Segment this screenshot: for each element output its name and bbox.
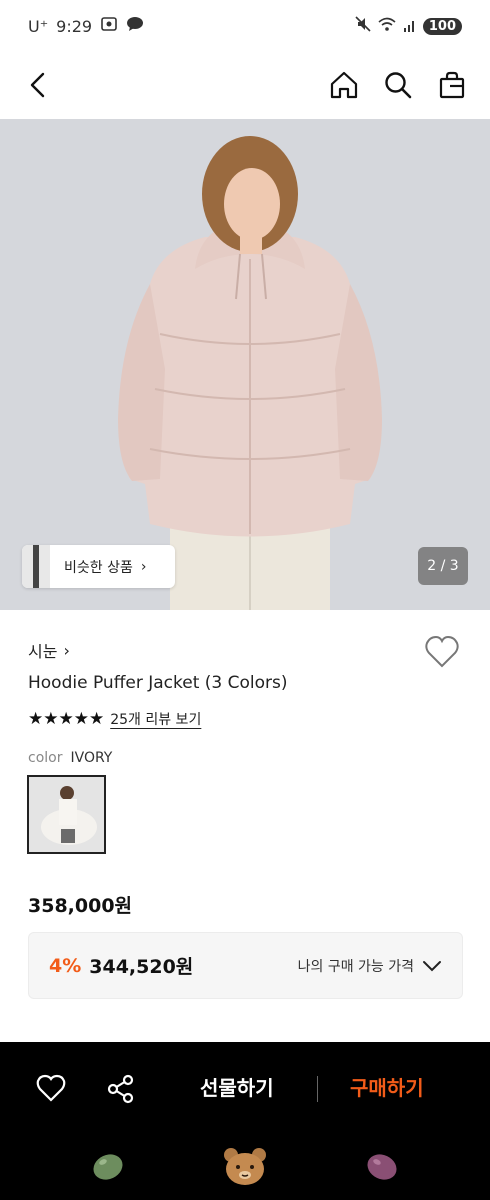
my-price-label: 나의 구매 가능 가격 (297, 958, 414, 975)
mute-icon (355, 16, 371, 36)
original-price: 358,000원 (28, 895, 133, 917)
chat-bubble-icon (126, 16, 144, 36)
heart-icon (36, 1074, 66, 1102)
share-icon (107, 1074, 134, 1104)
similar-product-thumbnail (22, 545, 50, 588)
carrier-label: U⁺ (28, 16, 49, 36)
share-button[interactable] (106, 1074, 136, 1108)
status-time: 9:29 (56, 16, 93, 36)
chevron-down-icon (423, 960, 441, 971)
star-rating-icon: ★★★★★ (28, 709, 105, 729)
my-price-box[interactable]: 4% 344,520원 나의 구매 가능 가격 (28, 932, 463, 999)
button-divider (317, 1076, 318, 1102)
similar-products-button[interactable]: 비슷한 상품 › (22, 545, 175, 588)
top-nav (0, 52, 490, 118)
color-label: color (28, 750, 63, 766)
product-title: Hoodie Puffer Jacket (3 Colors) (28, 673, 288, 693)
bear-home-icon[interactable] (222, 1146, 268, 1186)
similar-products-label: 비슷한 상품 (64, 559, 133, 576)
jelly-bean-back-icon[interactable] (364, 1150, 400, 1184)
wishlist-button[interactable] (36, 1074, 66, 1106)
heart-icon (425, 635, 459, 668)
color-swatch-ivory[interactable] (27, 775, 106, 854)
home-icon[interactable] (328, 69, 360, 101)
product-image-gallery[interactable] (0, 119, 490, 610)
product-photo (0, 119, 490, 610)
chevron-right-icon: › (140, 558, 147, 575)
wifi-icon (377, 16, 397, 36)
system-nav-bar (0, 1142, 490, 1192)
status-bar: U⁺ 9:29 100 (0, 0, 490, 52)
swatch-image (29, 777, 104, 852)
rating-row: ★★★★★ 25개 리뷰 보기 (28, 709, 201, 729)
discounted-price: 344,520원 (89, 956, 194, 978)
battery-indicator: 100 (422, 17, 462, 35)
chevron-right-icon: › (63, 640, 70, 660)
brand-name: 시눈 (28, 642, 58, 661)
back-icon[interactable] (22, 69, 54, 101)
color-row: color IVORY (28, 750, 112, 766)
gift-button[interactable]: 선물하기 (200, 1072, 274, 1101)
buy-button[interactable]: 구매하기 (350, 1072, 424, 1101)
screenshot-icon (100, 16, 118, 36)
like-button[interactable] (424, 635, 460, 673)
jelly-bean-recent-icon[interactable] (90, 1150, 126, 1184)
signal-icon (403, 17, 417, 36)
search-icon[interactable] (382, 69, 414, 101)
discount-rate: 4% (49, 954, 82, 977)
shopping-bag-icon[interactable] (436, 69, 468, 101)
bottom-action-bar: 선물하기 구매하기 (0, 1042, 490, 1200)
brand-link[interactable]: 시눈 › (28, 638, 70, 662)
review-link[interactable]: 25개 리뷰 보기 (110, 709, 201, 729)
my-price-toggle[interactable]: 나의 구매 가능 가격 (298, 956, 442, 976)
color-value: IVORY (70, 750, 113, 766)
image-page-indicator: 2 / 3 (418, 547, 468, 585)
